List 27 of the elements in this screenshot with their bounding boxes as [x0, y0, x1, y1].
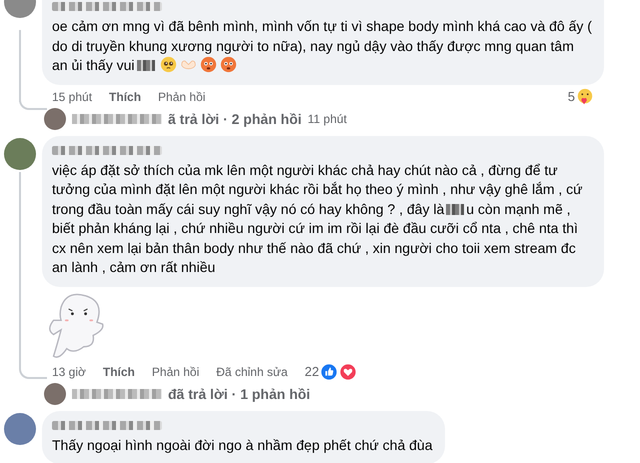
comment-text: oe cảm ơn mng vì đã bênh mình, mình vốn tự ti vì shape body mình khá cao và đô ấy ( do di truyền khung xương người to nữa), nay ngủ dậy vào thấy được mng quan tâm an ủi thấy vui — [52, 17, 592, 75]
comment-text: Thấy ngoại hình ngoài đời ngo à nhầm đẹp phết chứ chả đùa — [52, 436, 432, 455]
view-replies-link[interactable]: ã trả lời · 2 phản hồi — [168, 110, 302, 126]
avatar-image[interactable] — [4, 412, 36, 444]
heart-reaction-icon — [339, 362, 358, 380]
like-button[interactable]: Thích — [102, 364, 135, 378]
avatar-image[interactable] — [4, 138, 36, 170]
like-reaction-icon — [320, 362, 338, 380]
blurred-text — [136, 60, 154, 71]
blurred-text — [446, 204, 464, 214]
reply-button[interactable]: Phản hồi — [158, 90, 206, 104]
comment-time[interactable]: 15 phút — [52, 90, 92, 104]
reply-button[interactable]: Phản hồi — [152, 364, 200, 378]
reaction-count[interactable]: 22 — [304, 364, 320, 379]
crying-face-emoji-icon — [160, 56, 176, 73]
view-replies-link[interactable]: đã trả lời · 1 phản hồi — [168, 386, 310, 402]
avatar-image — [44, 108, 66, 130]
comment-text: việc áp đặt sở thích của mk lên một người khác chả hay chút nào cả , đừng để tư tưởng của mình đặt lên một người khác rồi bắt họ theo ý mình , như vậy ghê lắm , cứ trong đầu toàn mấy cái suy nghĩ vậy nó có hay không ? , đây là u còn mạnh mẽ , biết phản kháng lại , chứ nhiều người cứ im im rồi lại đè đầu cưỡi cổ nta , chê nta thì cx nên xem lại bản thân body như thế nào đã chứ , xin người cho toii xem stream đc an lành , cảm ơn rất nhiều — [52, 160, 584, 277]
flushed-face-emoji-icon — [200, 56, 216, 73]
reaction-count[interactable]: 5 — [568, 89, 575, 104]
like-button[interactable]: Thích — [109, 90, 142, 104]
avatar-image — [44, 382, 66, 404]
flushed-face-emoji-icon — [220, 56, 236, 73]
reply-time: 11 phút — [308, 112, 347, 126]
hugging-heart-emoji-icon — [576, 88, 594, 106]
comment-time[interactable]: 13 giờ — [52, 364, 86, 378]
edited-label[interactable]: Đã chỉnh sửa — [216, 364, 288, 378]
